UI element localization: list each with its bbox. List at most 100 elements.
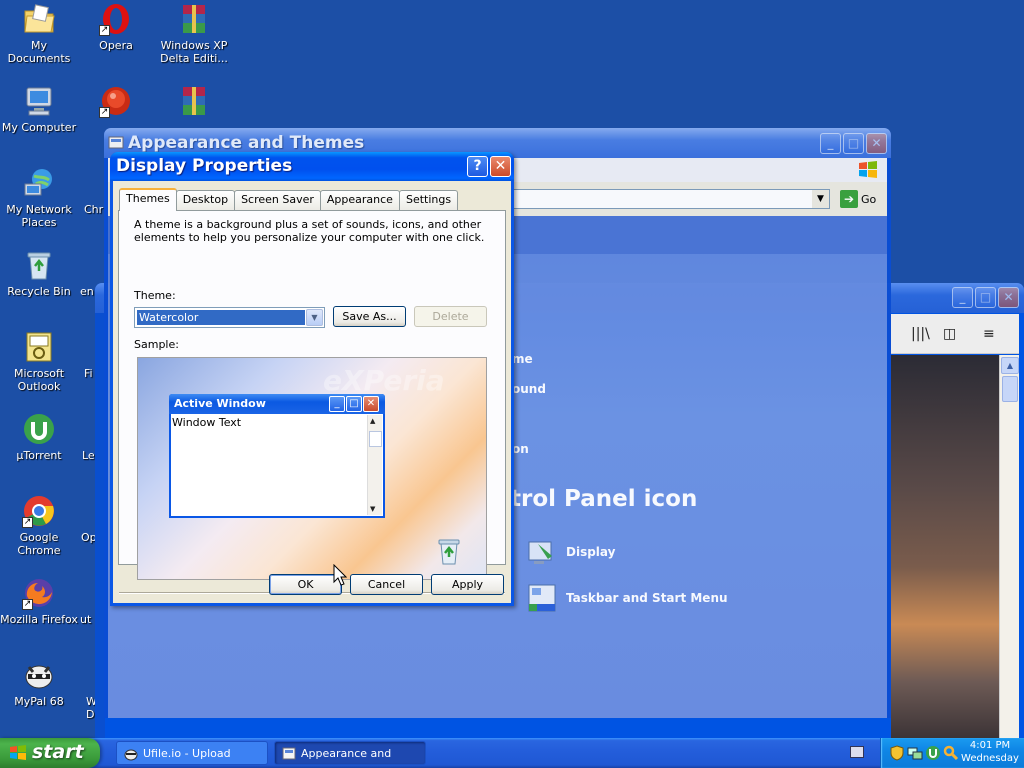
recycle-bin-icon xyxy=(22,248,56,282)
desktop-icon-microsoft-outlook[interactable]: Microsoft Outlook xyxy=(0,330,78,393)
desktop-icon-mozilla-firefox[interactable]: ↗ Mozilla Firefox xyxy=(0,576,78,626)
scroll-thumb xyxy=(369,431,382,447)
icon-label: My Computer xyxy=(1,121,77,134)
task-link[interactable]: me xyxy=(512,352,533,366)
opera-classic-icon: ↗ xyxy=(99,84,133,118)
watermark-text: eXPeria xyxy=(323,364,445,397)
security-shield-icon[interactable] xyxy=(889,745,905,761)
dropdown-arrow-icon[interactable]: ▼ xyxy=(812,190,829,208)
sample-label: Sample: xyxy=(134,338,179,351)
desktop-icon-my-documents[interactable]: My Documents xyxy=(0,2,78,65)
winrar-archive-icon xyxy=(177,2,211,36)
desktop-icon-opera[interactable]: ↗ Opera xyxy=(77,2,155,52)
tab-screen-saver[interactable]: Screen Saver xyxy=(234,190,321,210)
go-button[interactable]: ➔ Go xyxy=(840,190,876,208)
chrome-icon: ↗ xyxy=(22,494,56,528)
desktop-icon-utorrent[interactable]: µTorrent xyxy=(0,412,78,462)
go-arrow-icon: ➔ xyxy=(840,190,858,208)
start-button[interactable]: start xyxy=(0,738,100,768)
shortcut-arrow-icon: ↗ xyxy=(99,107,110,118)
theme-sample-preview: eXPeria Active Window _ □ ✕ Window Text … xyxy=(137,357,487,580)
tab-appearance[interactable]: Appearance xyxy=(319,190,400,210)
save-as-button[interactable]: Save As... xyxy=(333,306,406,327)
shortcut-arrow-icon: ↗ xyxy=(22,599,33,610)
display-properties-dialog[interactable]: Display Properties ? ✕ Themes Desktop Sc… xyxy=(110,152,514,606)
desktop-icon-google-chrome[interactable]: ↗ Google Chrome xyxy=(0,494,78,557)
close-button[interactable]: ✕ xyxy=(866,133,887,154)
minimize-icon: _ xyxy=(329,396,345,412)
theme-label: Theme: xyxy=(134,289,176,302)
scroll-up-arrow-icon: ▲ xyxy=(370,417,376,425)
system-tray: 4:01 PM Wednesday xyxy=(880,738,1024,768)
sidebar-icon[interactable]: ◫ xyxy=(943,326,956,342)
computer-icon xyxy=(22,84,56,118)
search-icon[interactable] xyxy=(943,745,959,761)
dropdown-arrow-icon[interactable]: ▼ xyxy=(306,309,323,326)
partial-icon-label: Le xyxy=(82,449,95,462)
desktop-icon-my-network-places[interactable]: My Network Places xyxy=(0,166,78,229)
recycle-bin-icon xyxy=(438,539,460,565)
themes-tab-panel: A theme is a background plus a set of so… xyxy=(118,210,506,580)
network-icon[interactable] xyxy=(907,745,923,761)
mypal-raccoon-icon xyxy=(124,749,138,761)
tab-desktop[interactable]: Desktop xyxy=(175,190,236,210)
icon-label: Opera xyxy=(99,39,133,52)
icon-label: My Network Places xyxy=(6,203,72,229)
mouse-pointer-icon xyxy=(333,564,347,586)
utorrent-icon[interactable] xyxy=(925,745,941,761)
partial-icon-label: ut xyxy=(80,613,92,626)
desktop-icon-recycle-bin[interactable]: Recycle Bin xyxy=(0,248,78,298)
dialog-title-bar[interactable]: Display Properties ? ✕ xyxy=(110,152,514,181)
partial-icon-label: Fi xyxy=(84,367,93,380)
taskbar-button-appearance-and-themes[interactable]: Appearance and The... xyxy=(274,741,426,765)
partial-icon-label: en xyxy=(80,285,94,298)
minimize-button[interactable]: _ xyxy=(952,287,973,308)
icon-label: MyPal 68 xyxy=(14,695,64,708)
tab-settings[interactable]: Settings xyxy=(398,190,459,210)
firefox-icon: ↗ xyxy=(22,576,56,610)
pick-control-panel-heading: trol Panel icon xyxy=(510,486,698,512)
cancel-button[interactable]: Cancel xyxy=(350,574,423,595)
icon-label: My Documents xyxy=(7,39,71,65)
close-button[interactable]: ✕ xyxy=(490,156,511,177)
address-input[interactable]: ▼ xyxy=(508,189,830,209)
task-link[interactable]: ound xyxy=(512,382,546,396)
desktop-icon-windows-xp-delta[interactable]: Windows XP Delta Editi... xyxy=(155,2,233,65)
scroll-thumb[interactable] xyxy=(1002,376,1018,402)
clock-time: 4:01 PM xyxy=(969,740,1011,751)
icon-label: Google Chrome xyxy=(17,531,61,557)
taskbar-button-ufile[interactable]: Ufile.io - Upload files... xyxy=(116,741,268,765)
hamburger-menu-icon[interactable]: ≡ xyxy=(983,326,995,342)
shortcut-arrow-icon: ↗ xyxy=(99,25,110,36)
desktop-icon-opera-2[interactable]: ↗ xyxy=(77,84,155,121)
keyboard-icon[interactable] xyxy=(850,746,864,758)
control-panel-icon xyxy=(108,136,124,149)
tab-themes[interactable]: Themes xyxy=(119,188,177,211)
task-link[interactable]: on xyxy=(512,442,529,456)
tab-strip: Themes Desktop Screen Saver Appearance S… xyxy=(119,188,459,211)
start-label: start xyxy=(32,741,84,763)
scroll-up-arrow-icon[interactable]: ▲ xyxy=(1001,357,1019,374)
maximize-button[interactable]: □ xyxy=(975,287,996,308)
icon-label: Recycle Bin xyxy=(7,285,71,298)
desktop-icon-windows-xp[interactable] xyxy=(155,84,233,121)
vertical-scrollbar[interactable]: ▲ xyxy=(999,355,1019,740)
taskbar-icon xyxy=(528,584,556,612)
ok-button[interactable]: OK xyxy=(269,574,342,595)
desktop-icon-my-computer[interactable]: My Computer xyxy=(0,84,78,134)
taskbar-and-start-menu-link[interactable]: Taskbar and Start Menu xyxy=(526,582,728,614)
close-icon: ✕ xyxy=(363,396,379,412)
desktop-icon-mypal[interactable]: MyPal 68 xyxy=(0,658,78,708)
maximize-button[interactable]: □ xyxy=(843,133,864,154)
help-button[interactable]: ? xyxy=(467,156,488,177)
minimize-button[interactable]: _ xyxy=(820,133,841,154)
utorrent-icon xyxy=(22,412,56,446)
folder-icon xyxy=(22,2,56,36)
clock[interactable]: 4:01 PM Wednesday xyxy=(959,739,1021,765)
apply-button[interactable]: Apply xyxy=(431,574,504,595)
close-button[interactable]: ✕ xyxy=(998,287,1019,308)
theme-select[interactable]: Watercolor ▼ xyxy=(134,307,325,328)
library-icon[interactable]: |||\ xyxy=(911,326,930,342)
display-link[interactable]: Display xyxy=(526,536,615,568)
delete-button: Delete xyxy=(414,306,487,327)
